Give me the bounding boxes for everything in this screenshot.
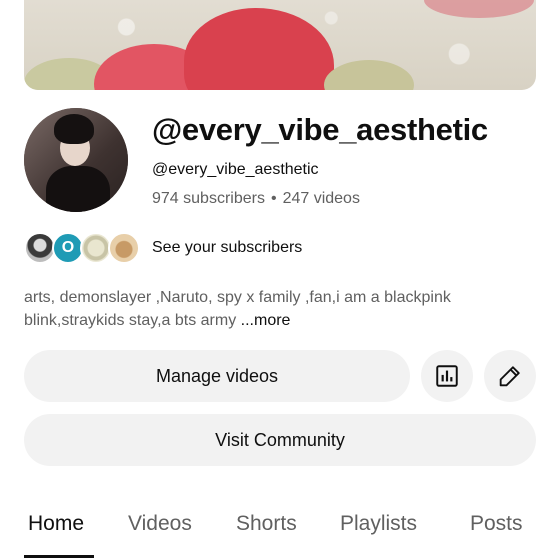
subscriber-avatar (108, 232, 140, 264)
subscriber-count: 974 subscribers (152, 190, 265, 207)
bar-chart-icon (436, 365, 458, 387)
stats-separator: • (270, 190, 277, 207)
avatar-figure-hair (54, 114, 94, 144)
see-subscribers-label: See your subscribers (152, 239, 303, 256)
analytics-button[interactable] (421, 350, 473, 402)
manage-videos-button[interactable]: Manage videos (24, 350, 410, 402)
channel-tabs: Home Videos Shorts Playlists Posts (0, 500, 560, 560)
description-text: arts, demonslayer ,Naruto, spy x family … (24, 289, 451, 329)
avatar-figure-body (46, 166, 110, 212)
video-count: 247 videos (282, 190, 360, 207)
channel-banner (24, 0, 536, 90)
channel-avatar[interactable] (24, 108, 128, 212)
tab-posts[interactable]: Posts (470, 512, 523, 536)
channel-description[interactable]: arts, demonslayer ,Naruto, spy x family … (24, 286, 524, 332)
pencil-icon (499, 366, 520, 387)
active-tab-indicator (24, 555, 94, 558)
tab-playlists[interactable]: Playlists (340, 512, 417, 536)
more-link[interactable]: ...more (241, 312, 291, 329)
edit-channel-button[interactable] (484, 350, 536, 402)
channel-handle: @every_vibe_aesthetic (152, 161, 319, 178)
see-subscribers-row[interactable]: O See your subscribers (24, 230, 302, 266)
tab-videos[interactable]: Videos (128, 512, 192, 536)
tab-shorts[interactable]: Shorts (236, 512, 297, 536)
subscriber-avatars: O (24, 230, 142, 266)
channel-title: @every_vibe_aesthetic (152, 112, 488, 147)
channel-stats: 974 subscribers • 247 videos (152, 190, 360, 208)
tab-home[interactable]: Home (28, 512, 84, 536)
visit-community-button[interactable]: Visit Community (24, 414, 536, 466)
